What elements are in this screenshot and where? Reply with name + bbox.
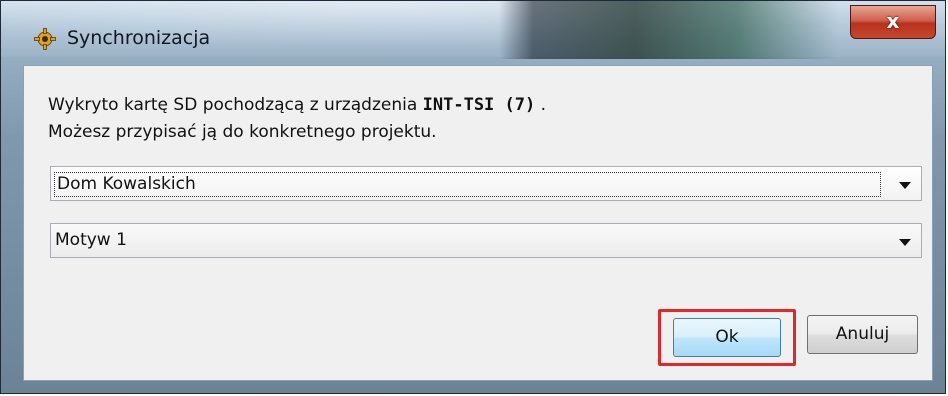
dialog-client-area: Wykryto kartę SD pochodzącą z urządzenia… bbox=[23, 65, 933, 381]
close-icon: x bbox=[886, 9, 900, 33]
theme-select[interactable]: Motyw 1 bbox=[50, 223, 922, 258]
theme-select-value: Motyw 1 bbox=[55, 230, 127, 250]
message-line-2: Możesz przypisać ją do konkretnego proje… bbox=[48, 122, 437, 142]
ok-button[interactable]: Ok bbox=[673, 318, 781, 357]
titlebar-background bbox=[499, 1, 839, 59]
ok-button-highlight: Ok bbox=[658, 309, 796, 366]
cancel-button[interactable]: Anuluj bbox=[807, 315, 918, 354]
device-name: INT-TSI (7) bbox=[422, 95, 536, 115]
chevron-down-icon bbox=[899, 182, 911, 189]
message-line-1: Wykryto kartę SD pochodzącą z urządzenia… bbox=[48, 95, 547, 115]
close-button[interactable]: x bbox=[850, 5, 936, 39]
project-select-value: Dom Kowalskich bbox=[54, 172, 881, 197]
gear-icon bbox=[34, 28, 56, 50]
window-title: Synchronizacja bbox=[67, 27, 211, 49]
chevron-down-icon bbox=[899, 239, 911, 246]
message-text: Wykryto kartę SD pochodzącą z urządzenia… bbox=[48, 92, 546, 146]
project-select[interactable]: Dom Kowalskich bbox=[50, 166, 922, 201]
dialog-window: Synchronizacja x Wykryto kartę SD pochod… bbox=[0, 0, 946, 394]
